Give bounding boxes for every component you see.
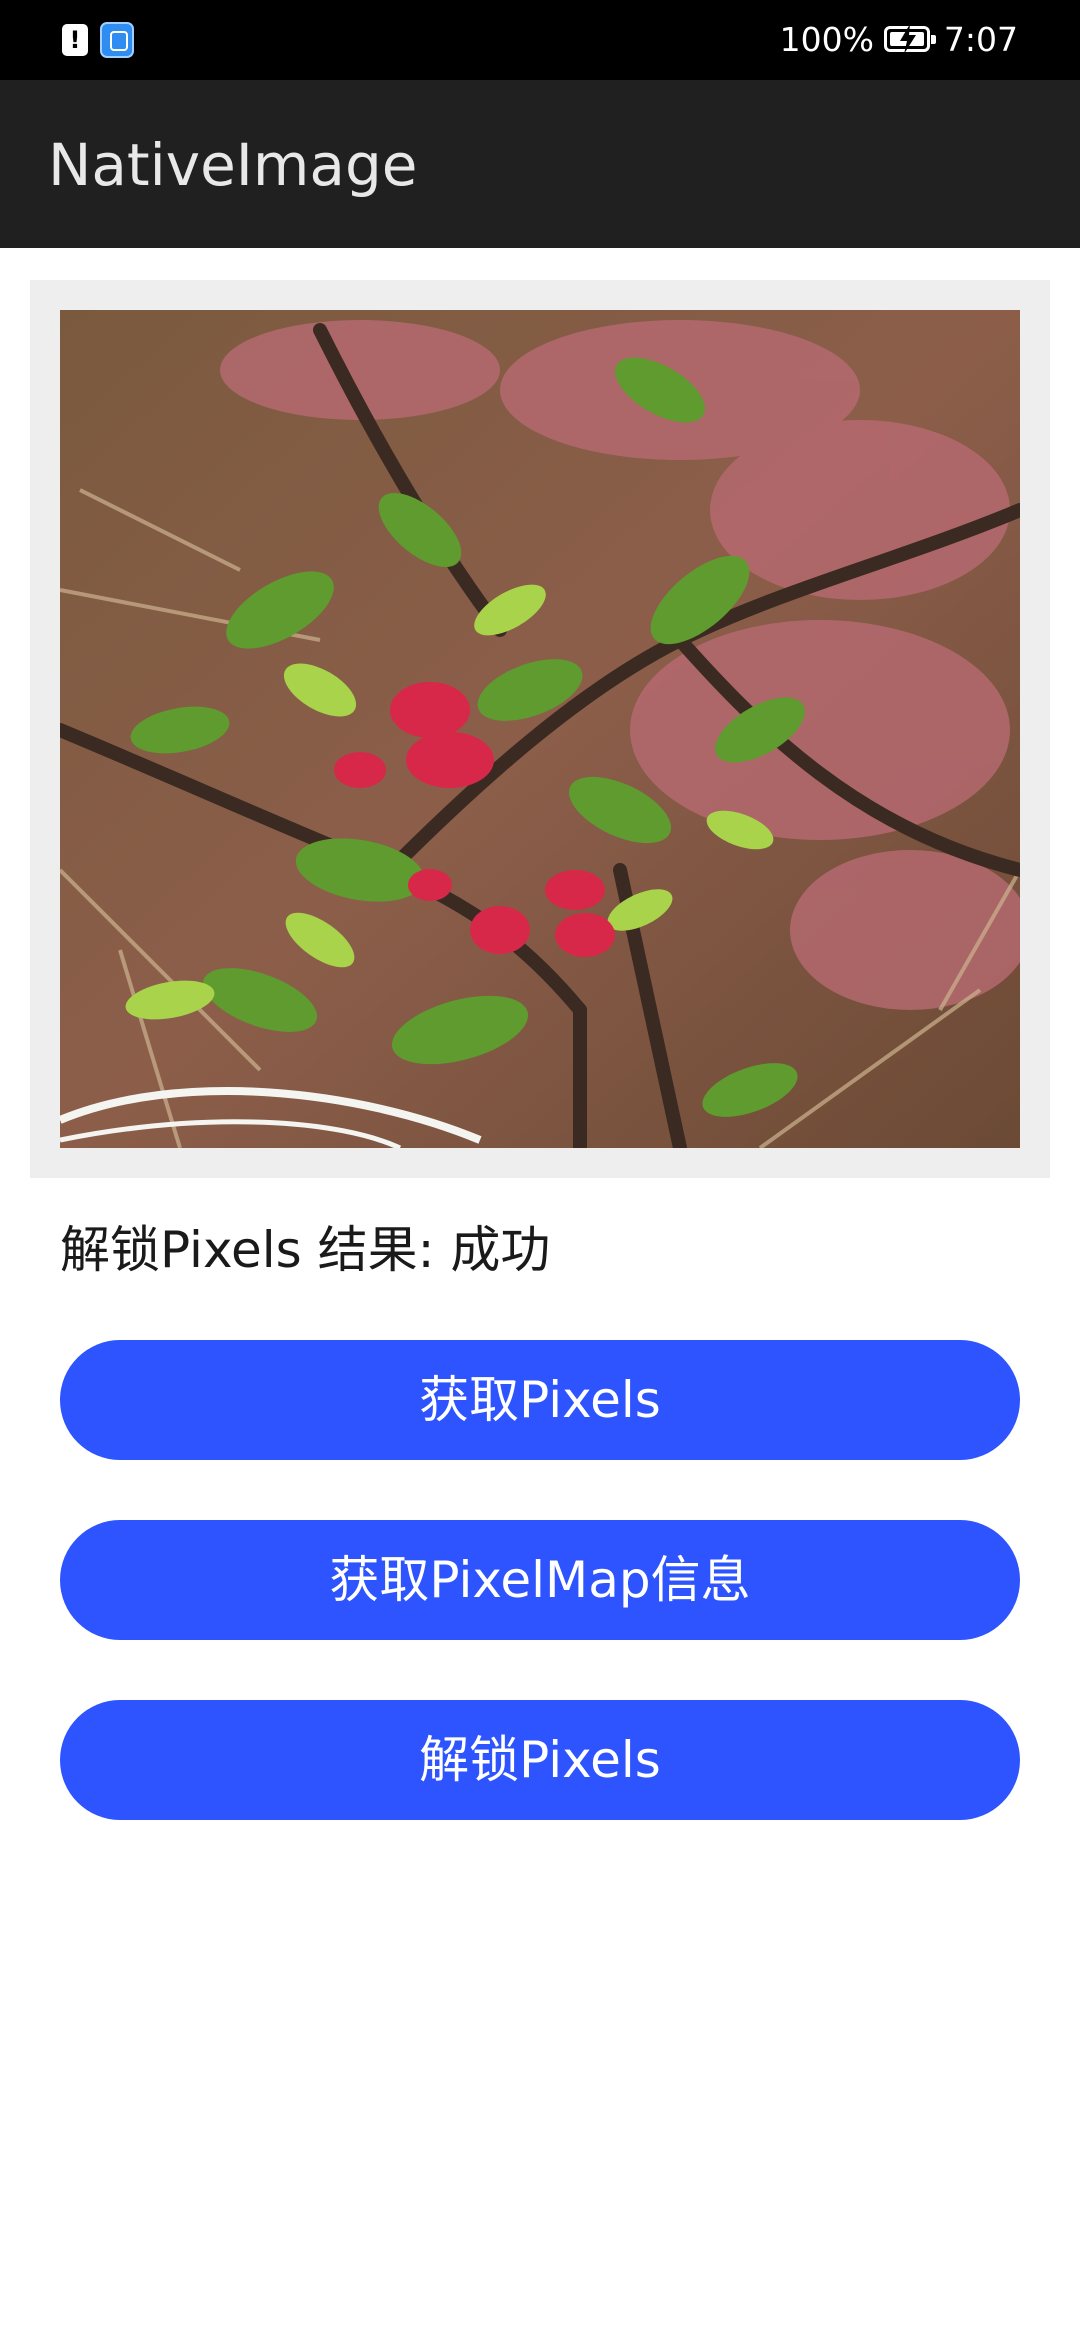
flower-photo <box>60 310 1020 1148</box>
get-pixelmap-info-button[interactable]: 获取PixelMap信息 <box>60 1520 1020 1640</box>
status-clock: 7:07 <box>943 20 1018 59</box>
status-bar: ! 100% 7:07 <box>0 0 1080 80</box>
charging-bolt-icon <box>900 24 916 54</box>
alert-notification-icon: ! <box>62 24 88 56</box>
unlock-result-text: 解锁Pixels 结果: 成功 <box>60 1221 551 1279</box>
app-bar: NativeImage <box>0 80 1080 248</box>
app-notification-icon <box>100 22 134 58</box>
image-panel <box>30 280 1050 1178</box>
battery-percentage: 100% <box>779 20 874 59</box>
app-title: NativeImage <box>48 131 418 199</box>
get-pixels-button[interactable]: 获取Pixels <box>60 1340 1020 1460</box>
unlock-pixels-button[interactable]: 解锁Pixels <box>60 1700 1020 1820</box>
